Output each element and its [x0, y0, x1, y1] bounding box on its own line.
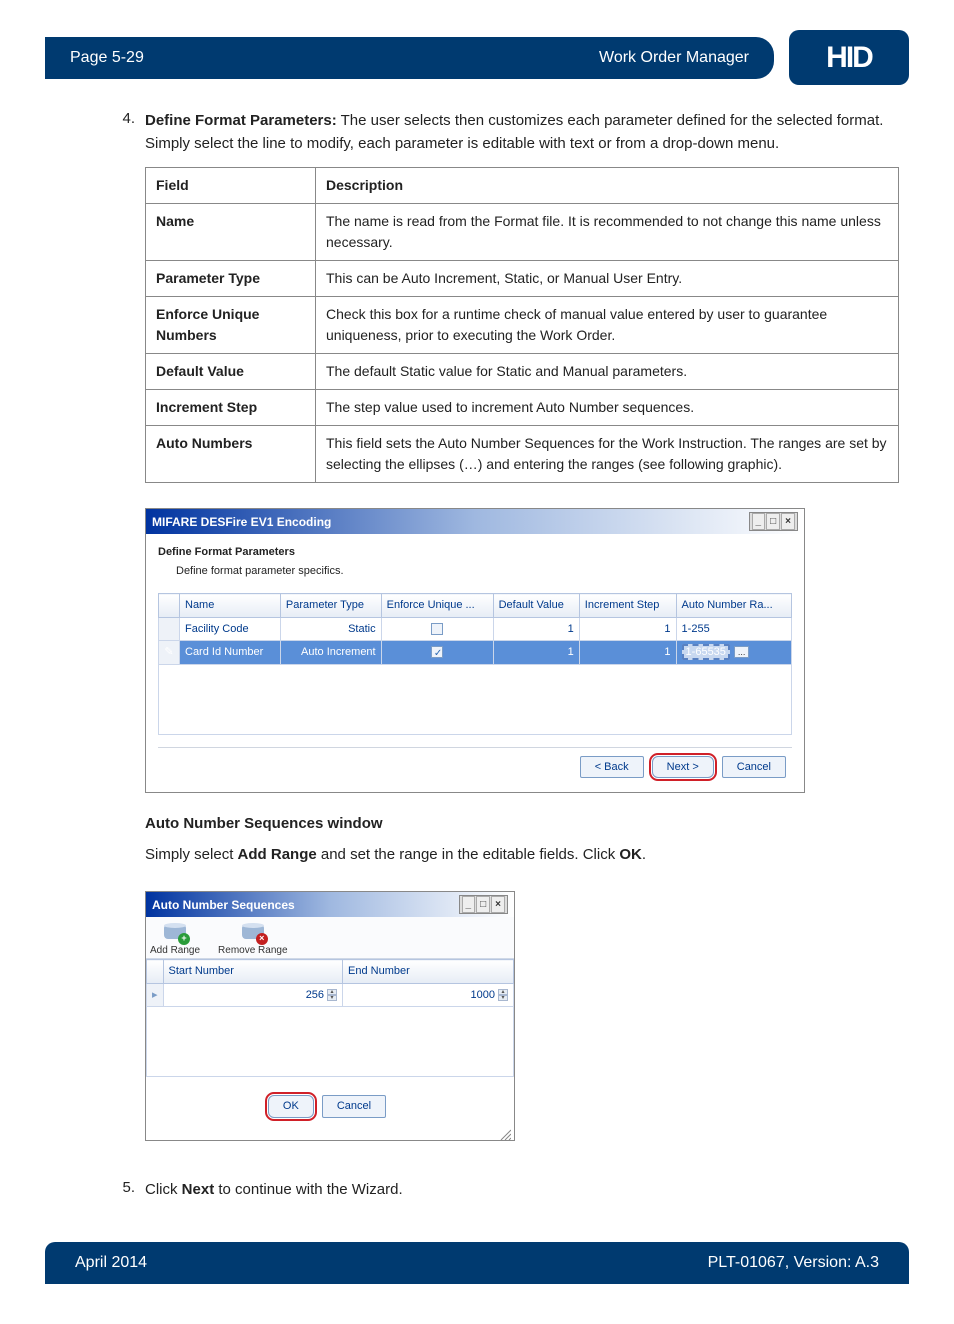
window-title: Auto Number Sequences [152, 896, 295, 914]
auto-number-text: Simply select Add Range and set the rang… [145, 844, 899, 867]
window-title: MIFARE DESFire EV1 Encoding [152, 513, 331, 531]
step-4-body: Define Format Parameters: The user selec… [145, 110, 899, 1161]
col-field: Field [146, 168, 316, 204]
plus-icon: + [178, 933, 190, 945]
define-format-parameters-window: MIFARE DESFire EV1 Encoding _□× Define F… [145, 508, 805, 793]
grid-col-enforce[interactable]: Enforce Unique ... [381, 594, 493, 618]
minimize-icon: _ [752, 513, 766, 530]
add-range-button[interactable]: + Add Range [150, 923, 200, 958]
resize-grip-icon[interactable] [146, 1118, 514, 1141]
range-row[interactable]: ▸ 256▴▾ 1000▴▾ [147, 983, 514, 1007]
wizard-step-title: Define Format Parameters [158, 544, 792, 561]
back-button[interactable]: < Back [580, 756, 644, 779]
parameter-description-table: Field Description NameThe name is read f… [145, 167, 899, 483]
auto-number-heading: Auto Number Sequences window [145, 813, 899, 836]
table-row: Auto NumbersThis field sets the Auto Num… [146, 426, 899, 483]
grid-col-autonum[interactable]: Auto Number Ra... [676, 594, 791, 618]
grid-col-name[interactable]: Name [180, 594, 281, 618]
auto-number-range-value[interactable]: 1-65535 [682, 644, 730, 660]
end-number-input[interactable]: 1000 [471, 989, 495, 1001]
step-5-number: 5. [115, 1179, 145, 1202]
close-icon: × [491, 896, 505, 913]
col-end-number[interactable]: End Number [343, 960, 514, 984]
enforce-unique-checkbox[interactable] [431, 646, 443, 658]
close-icon: × [781, 513, 795, 530]
header-title: Work Order Manager [599, 49, 749, 67]
range-grid[interactable]: Start Number End Number ▸ 256▴▾ 1000▴▾ [146, 959, 514, 1077]
cancel-button[interactable]: Cancel [722, 756, 786, 779]
edit-row-icon: ✎ [164, 644, 174, 661]
ok-button[interactable]: OK [268, 1095, 314, 1118]
maximize-icon: □ [476, 896, 490, 913]
table-row: Parameter TypeThis can be Auto Increment… [146, 261, 899, 297]
table-row: Increment StepThe step value used to inc… [146, 390, 899, 426]
step-4-lead: Define Format Parameters: [145, 112, 337, 129]
auto-number-sequences-window: Auto Number Sequences _□× + Add Range × … [145, 891, 515, 1141]
window-controls[interactable]: _□× [749, 512, 798, 531]
window-controls[interactable]: _□× [459, 895, 508, 914]
next-button[interactable]: Next > [652, 756, 714, 779]
grid-row[interactable]: Facility Code Static 1 1 1-255 [159, 617, 792, 641]
grid-col-default[interactable]: Default Value [493, 594, 579, 618]
footer-doc-id: PLT-01067, Version: A.3 [708, 1254, 879, 1272]
hid-logo: HID [789, 30, 909, 85]
col-description: Description [316, 168, 899, 204]
col-start-number[interactable]: Start Number [163, 960, 343, 984]
end-number-spinner[interactable]: ▴▾ [498, 989, 508, 1001]
format-parameters-grid[interactable]: Name Parameter Type Enforce Unique ... D… [158, 593, 792, 735]
footer-date: April 2014 [75, 1254, 147, 1272]
step-4-number: 4. [115, 110, 145, 1161]
cancel-button[interactable]: Cancel [322, 1095, 386, 1118]
step-5-body: Click Next to continue with the Wizard. [145, 1179, 899, 1202]
remove-range-button[interactable]: × Remove Range [218, 923, 287, 958]
enforce-unique-checkbox[interactable] [431, 623, 443, 635]
table-row: Default ValueThe default Static value fo… [146, 354, 899, 390]
x-icon: × [256, 933, 268, 945]
auto-number-ellipsis-button[interactable]: ... [734, 646, 750, 658]
table-row: Enforce Unique NumbersCheck this box for… [146, 297, 899, 354]
grid-col-ptype[interactable]: Parameter Type [280, 594, 381, 618]
page-number: Page 5-29 [70, 49, 144, 67]
grid-row-selected[interactable]: ✎ Card Id Number Auto Increment 1 1 1-65… [159, 641, 792, 665]
table-row: NameThe name is read from the Format fil… [146, 204, 899, 261]
start-number-input[interactable]: 256 [306, 989, 324, 1001]
start-number-spinner[interactable]: ▴▾ [327, 989, 337, 1001]
wizard-step-desc: Define format parameter specifics. [176, 563, 792, 580]
minimize-icon: _ [462, 896, 476, 913]
grid-col-incstep[interactable]: Increment Step [579, 594, 676, 618]
maximize-icon: □ [766, 513, 780, 530]
